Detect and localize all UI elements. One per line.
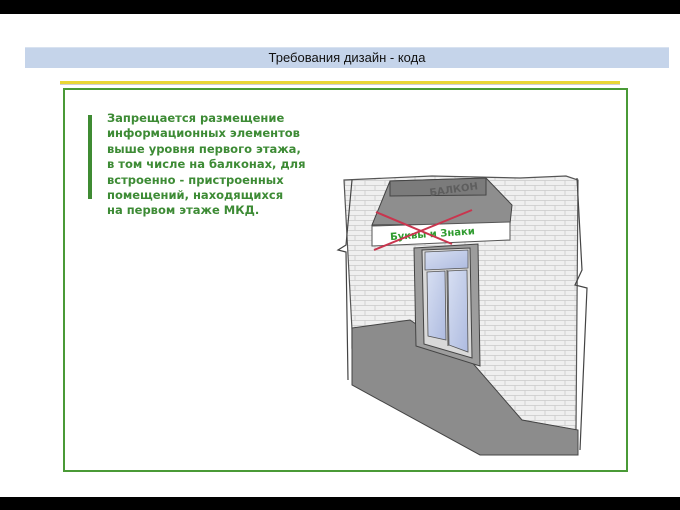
slide-title: Требования дизайн - кода [268, 50, 426, 65]
title-underline-shadow [60, 84, 620, 85]
balcony: БАЛКОН [371, 177, 513, 226]
slide-title-bar: Требования дизайн - кода [25, 47, 669, 68]
text-accent-bar [88, 115, 92, 199]
rule-line: Запрещается размещение [107, 111, 285, 125]
entrance-door [413, 243, 481, 367]
facade-illustration: БАЛКОН Буквы и Знаки [336, 175, 588, 456]
top-black-band [0, 0, 680, 14]
bottom-black-band [0, 497, 680, 510]
